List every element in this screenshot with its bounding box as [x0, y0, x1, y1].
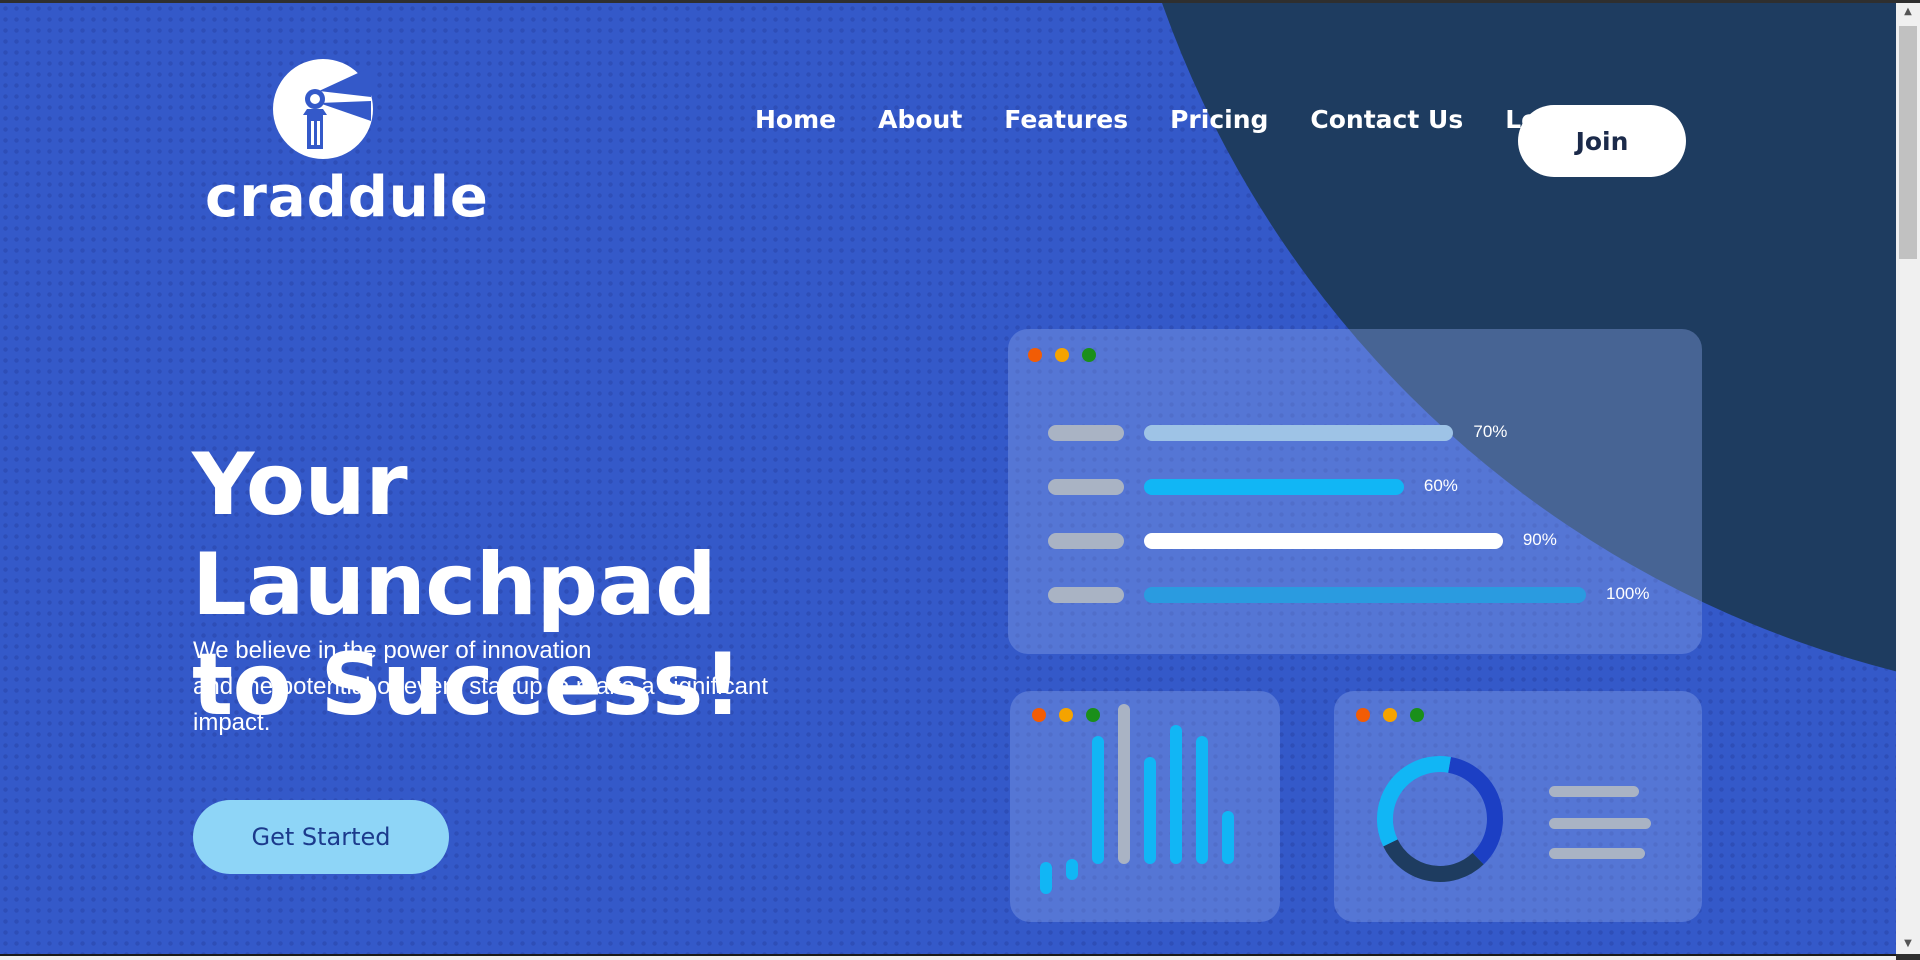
progress-row-label-placeholder: [1048, 479, 1124, 495]
progress-percent-label: 60%: [1423, 476, 1458, 495]
window-bottom-edge: [0, 954, 1896, 960]
lighthouse-icon: [273, 59, 373, 159]
window-dots: [1032, 708, 1100, 722]
window-dot: [1032, 708, 1046, 722]
main-nav: HomeAboutFeaturesPricingContact UsLogin: [755, 105, 1583, 134]
progress-percent-label: 100%: [1606, 584, 1650, 603]
scroll-down-icon[interactable]: ▼: [1900, 936, 1916, 952]
hero-title-line-1: Your Launchpad: [192, 435, 717, 635]
window-dots: [1028, 348, 1096, 362]
window-dot: [1028, 348, 1042, 362]
bar-chart-bar: [1170, 725, 1182, 864]
window-dot: [1383, 708, 1397, 722]
hero-subtitle-line-2: and the potential of every startup to ma…: [193, 673, 769, 736]
window-dot: [1410, 708, 1424, 722]
progress-bar-fill: [1144, 425, 1454, 441]
bar-chart-bar: [1144, 757, 1156, 864]
progress-percent-label: 70%: [1473, 422, 1508, 441]
window-dot: [1059, 708, 1073, 722]
legend-line: [1549, 786, 1639, 797]
bar-chart-bar: [1092, 736, 1104, 864]
bar-chart-bar: [1066, 858, 1078, 880]
brand-logo[interactable]: craddule: [205, 53, 489, 233]
window-dots: [1356, 708, 1424, 722]
progress-bar-fill: [1144, 587, 1586, 603]
window-dot: [1055, 348, 1069, 362]
donut-chart: [1377, 756, 1503, 882]
bar-chart-bar: [1222, 810, 1234, 864]
window-dot: [1086, 708, 1100, 722]
scrollbar-thumb[interactable]: [1899, 26, 1917, 259]
nav-link-about[interactable]: About: [878, 105, 962, 134]
legend-line: [1549, 818, 1651, 829]
brand-name: craddule: [205, 165, 489, 230]
bar-chart-card: [1010, 691, 1280, 922]
progress-bar-fill: [1144, 479, 1404, 495]
progress-row-label-placeholder: [1048, 425, 1124, 441]
scroll-up-icon[interactable]: ▲: [1900, 4, 1916, 20]
progress-row-label-placeholder: [1048, 533, 1124, 549]
get-started-button[interactable]: Get Started: [193, 800, 449, 874]
hero-section: craddule Home About Features Pricing Contact…: [0, 3, 1896, 954]
bar-chart-bar: [1040, 862, 1052, 894]
progress-bar-fill: [1144, 533, 1503, 549]
legend-line: [1549, 848, 1645, 859]
nav-link-contact-us[interactable]: Contact Us: [1310, 105, 1463, 134]
progress-percent-label: 90%: [1522, 530, 1557, 549]
progress-card: 70% 60% 90% 100%: [1008, 329, 1702, 654]
join-button[interactable]: Join: [1518, 105, 1686, 177]
window-dot: [1356, 708, 1370, 722]
bar-chart-bar: [1196, 736, 1208, 864]
donut-chart-card: [1334, 691, 1702, 922]
hero-subtitle: We believe in the power of innovation an…: [193, 633, 833, 741]
nav-link-features[interactable]: Features: [1004, 105, 1128, 134]
nav-link-home[interactable]: Home: [755, 105, 836, 134]
progress-row-label-placeholder: [1048, 587, 1124, 603]
window-dot: [1082, 348, 1096, 362]
hero-subtitle-line-1: We believe in the power of innovation: [193, 637, 592, 664]
nav-link-pricing[interactable]: Pricing: [1170, 105, 1268, 134]
bar-chart-bar: [1118, 704, 1130, 864]
